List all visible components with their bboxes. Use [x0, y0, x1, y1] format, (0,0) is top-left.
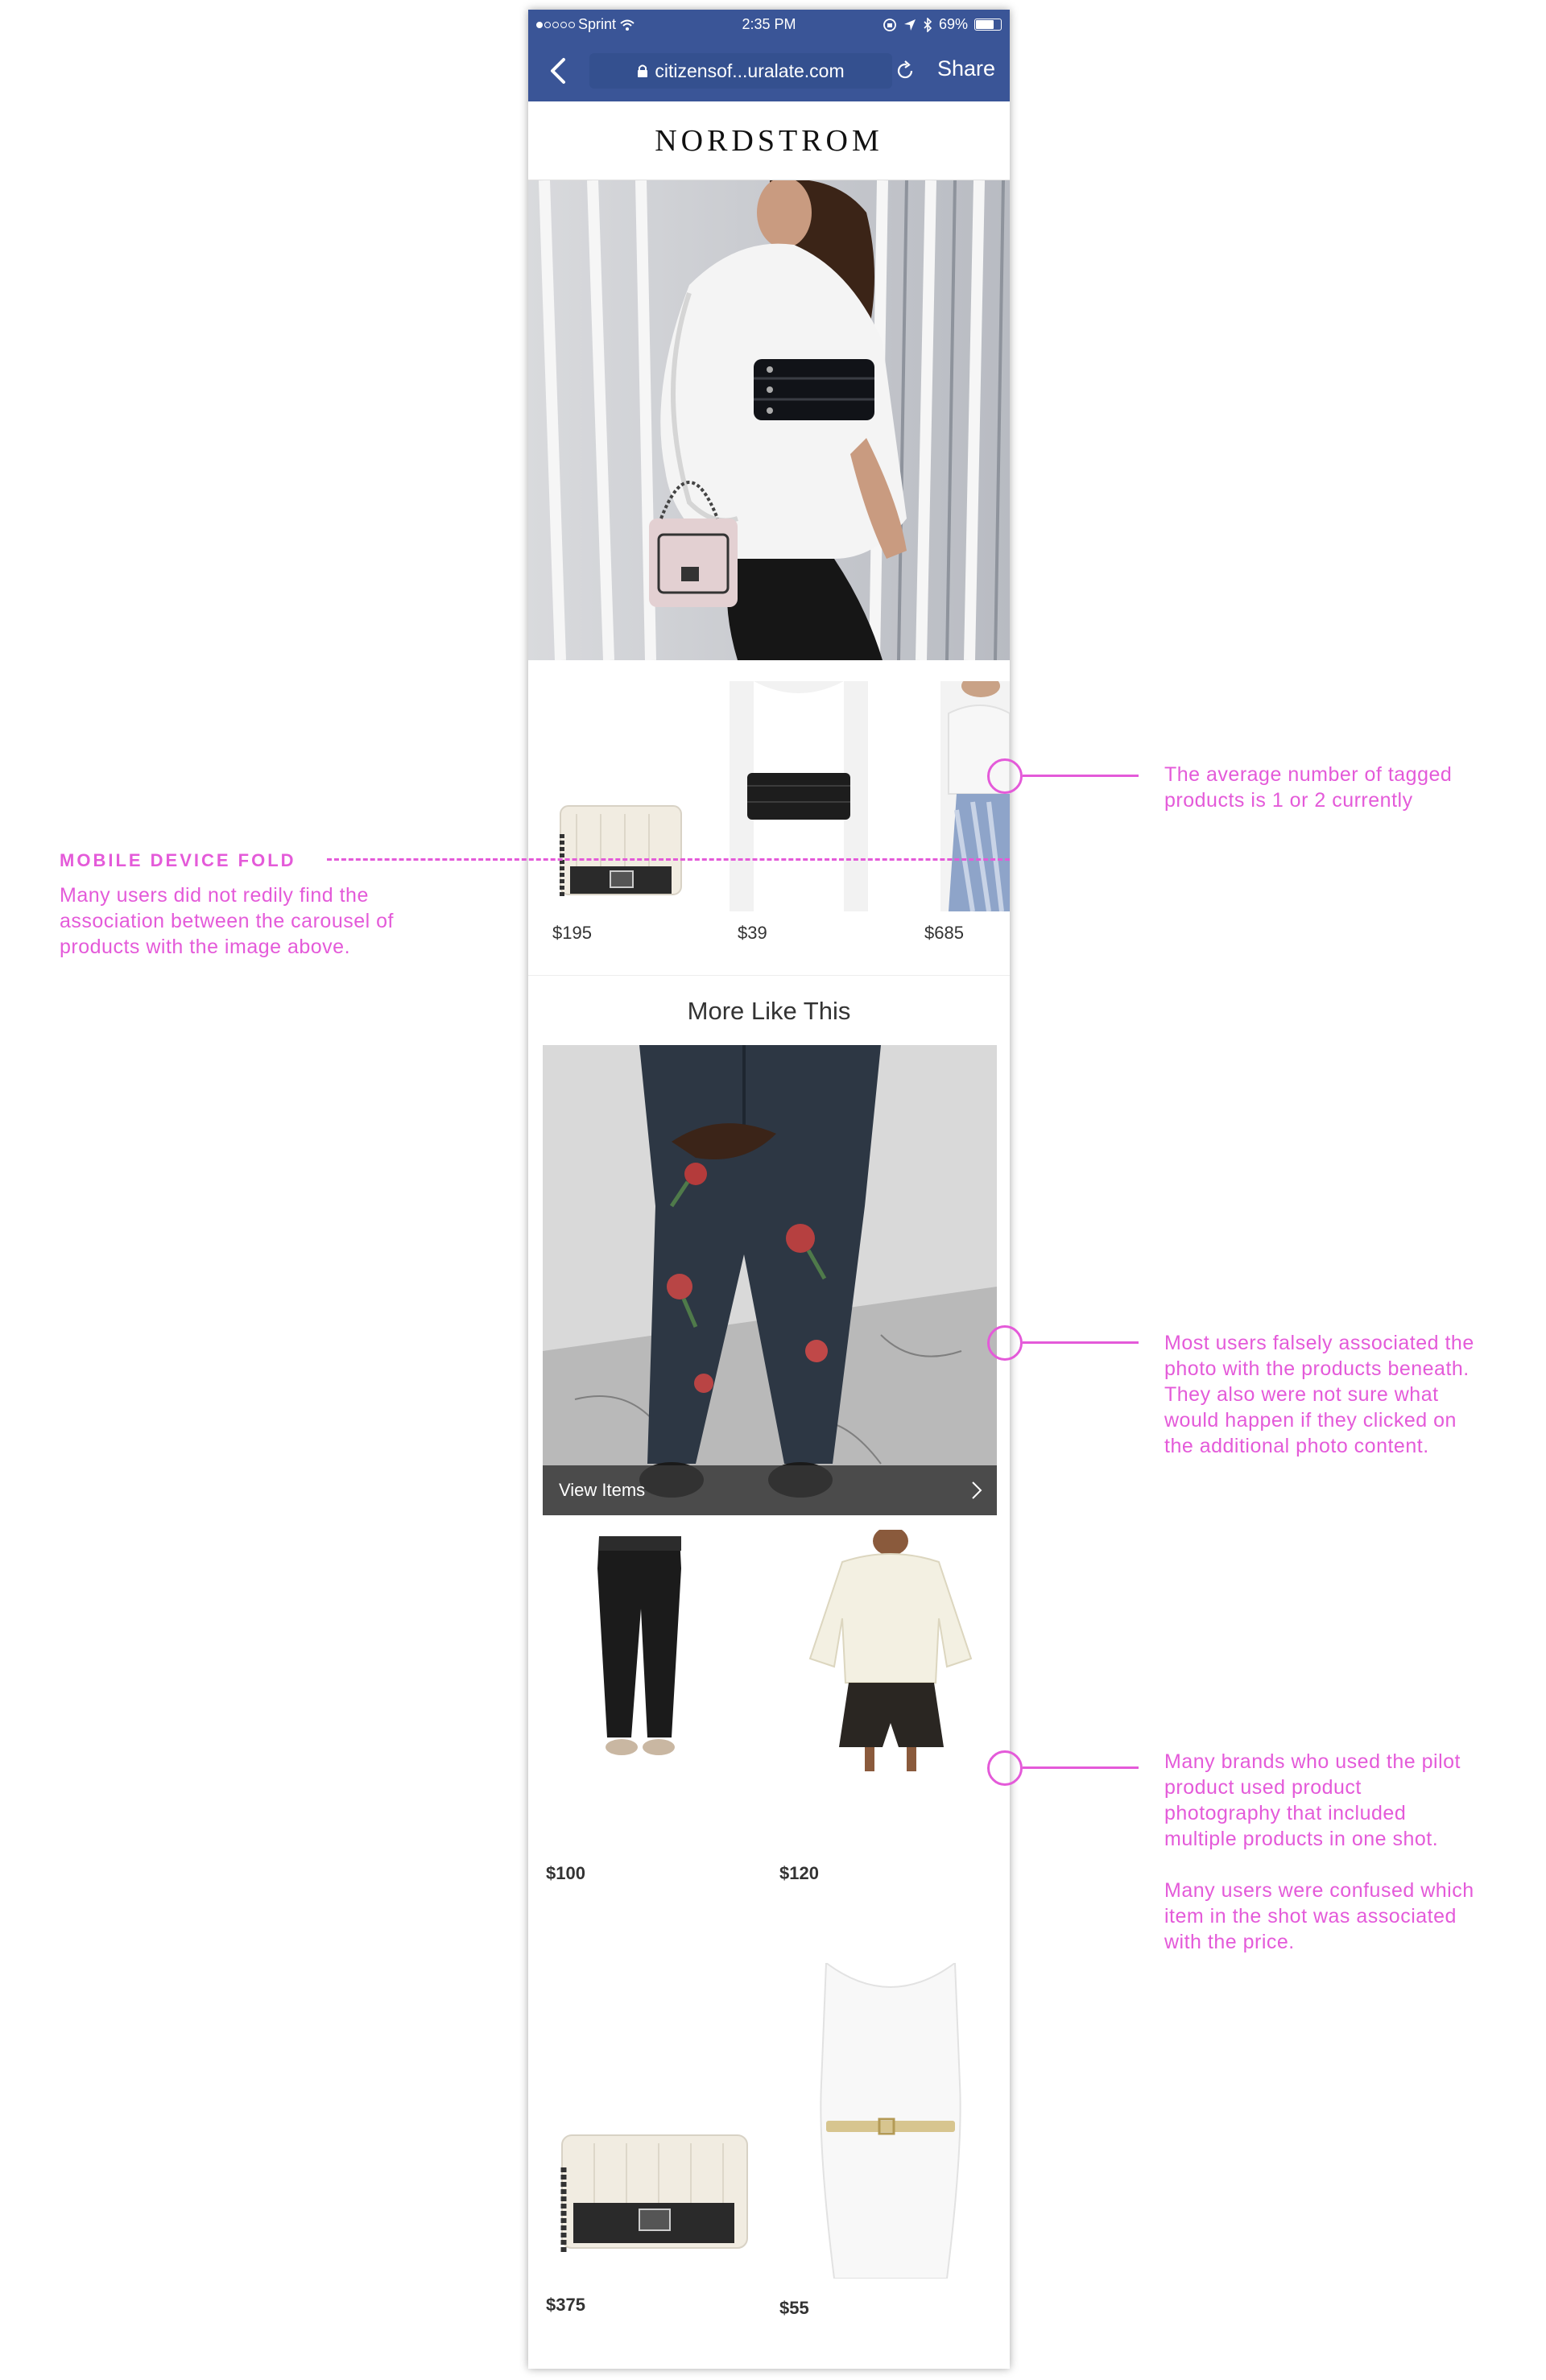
belt-icon [730, 681, 868, 911]
photo-note-line: Most users falsely associated the [1164, 1332, 1474, 1354]
fold-note: Many users did not redily find the assoc… [60, 882, 394, 960]
callout-marker [987, 1750, 1023, 1786]
product-carousel[interactable]: $195 $39 $685 [528, 660, 1010, 976]
orientation-lock-icon [883, 18, 896, 31]
confused-note-line: Many users were confused which [1164, 1879, 1474, 1902]
reload-icon[interactable] [894, 60, 916, 82]
lock-icon [638, 64, 648, 77]
belt-on-mannequin-icon [820, 1961, 961, 2279]
callout-line [1023, 1766, 1139, 1769]
brand-header: NORDSTROM [528, 101, 1010, 180]
grid-item[interactable] [786, 1527, 997, 1771]
callout-line [1023, 1341, 1139, 1344]
photo-note-line: They also were not sure what [1164, 1383, 1439, 1406]
brands-note-line: photography that included [1164, 1802, 1407, 1824]
callout-line [1023, 775, 1139, 777]
browser-url-bar: citizensof...uralate.com Share [528, 40, 1010, 101]
grid-item[interactable] [543, 1536, 752, 1762]
bluetooth-icon [924, 17, 932, 32]
brand-logo: NORDSTROM [655, 123, 883, 158]
sweater-and-shorts-icon [808, 1527, 973, 1771]
back-chevron-icon[interactable] [546, 56, 570, 85]
photo-note-line: photo with the products beneath. [1164, 1357, 1470, 1380]
grid-price: $100 [546, 1863, 585, 1883]
fold-heading: MOBILE DEVICE FOLD [60, 850, 296, 870]
confused-note-line: with the price. [1164, 1931, 1295, 1953]
grid-price: $375 [546, 2295, 585, 2315]
note-spacer [1164, 1852, 1474, 1878]
photo-association-note: Most users falsely associated the photo … [1164, 1330, 1474, 1459]
pants-icon [597, 1536, 681, 1755]
grid-price: $120 [779, 1863, 819, 1883]
jeans-photo-illustration [543, 1045, 997, 1515]
carousel-item[interactable] [730, 681, 868, 911]
brands-note-line: Many brands who used the pilot [1164, 1750, 1461, 1773]
hero-photo-illustration [528, 180, 1010, 660]
more-like-this-title: More Like This [687, 997, 851, 1025]
tagged-note-line: products is 1 or 2 currently [1164, 789, 1413, 812]
grid-price: $55 [779, 2298, 809, 2318]
grid-item[interactable] [554, 2119, 754, 2256]
location-icon [903, 19, 916, 31]
photo-note-line: the additional photo content. [1164, 1435, 1429, 1457]
status-bar: Sprint 2:35 PM 69% [528, 10, 1010, 40]
callout-marker [987, 758, 1023, 794]
url-field[interactable]: citizensof...uralate.com [589, 53, 892, 89]
status-bar-right: 69% [883, 16, 1002, 33]
view-items-bar[interactable]: View Items [543, 1465, 997, 1515]
fold-note-line: products with the image above. [60, 936, 351, 958]
tagged-note-line: The average number of tagged [1164, 763, 1453, 786]
mobile-device-fold-line [327, 858, 1010, 861]
battery-percent: 69% [938, 16, 968, 32]
callout-marker [987, 1325, 1023, 1361]
handbag-icon [560, 805, 682, 899]
tagged-products-note: The average number of tagged products is… [1164, 762, 1452, 813]
multi-product-photo-note: Many brands who used the pilot product u… [1164, 1749, 1474, 1955]
carousel-price: $685 [924, 923, 964, 943]
battery-icon [974, 19, 1002, 31]
confused-note-line: item in the shot was associated [1164, 1905, 1457, 1928]
brands-note-line: multiple products in one shot. [1164, 1828, 1439, 1850]
handbag-icon [560, 2134, 748, 2254]
photo-note-line: would happen if they clicked on [1164, 1409, 1457, 1432]
brands-note-line: product used product [1164, 1776, 1362, 1799]
phone-screen: Sprint 2:35 PM 69% citizensof...uralate.… [528, 10, 1010, 2369]
grid-item[interactable] [802, 1961, 979, 2279]
fold-note-line: Many users did not redily find the [60, 884, 369, 907]
carousel-price: $195 [552, 923, 592, 943]
view-items-label: View Items [559, 1480, 646, 1500]
chevron-right-icon [972, 1481, 982, 1499]
carousel-price: $39 [738, 923, 767, 943]
carousel-item[interactable] [552, 681, 689, 911]
carousel-item[interactable] [940, 675, 1010, 912]
fold-note-line: association between the carousel of [60, 910, 394, 932]
more-like-this-photo[interactable]: View Items [543, 1045, 997, 1515]
share-button[interactable]: Share [937, 56, 995, 81]
hero-photo[interactable] [528, 180, 1010, 660]
url-text: citizensof...uralate.com [655, 60, 845, 81]
dress-icon [940, 675, 1010, 912]
